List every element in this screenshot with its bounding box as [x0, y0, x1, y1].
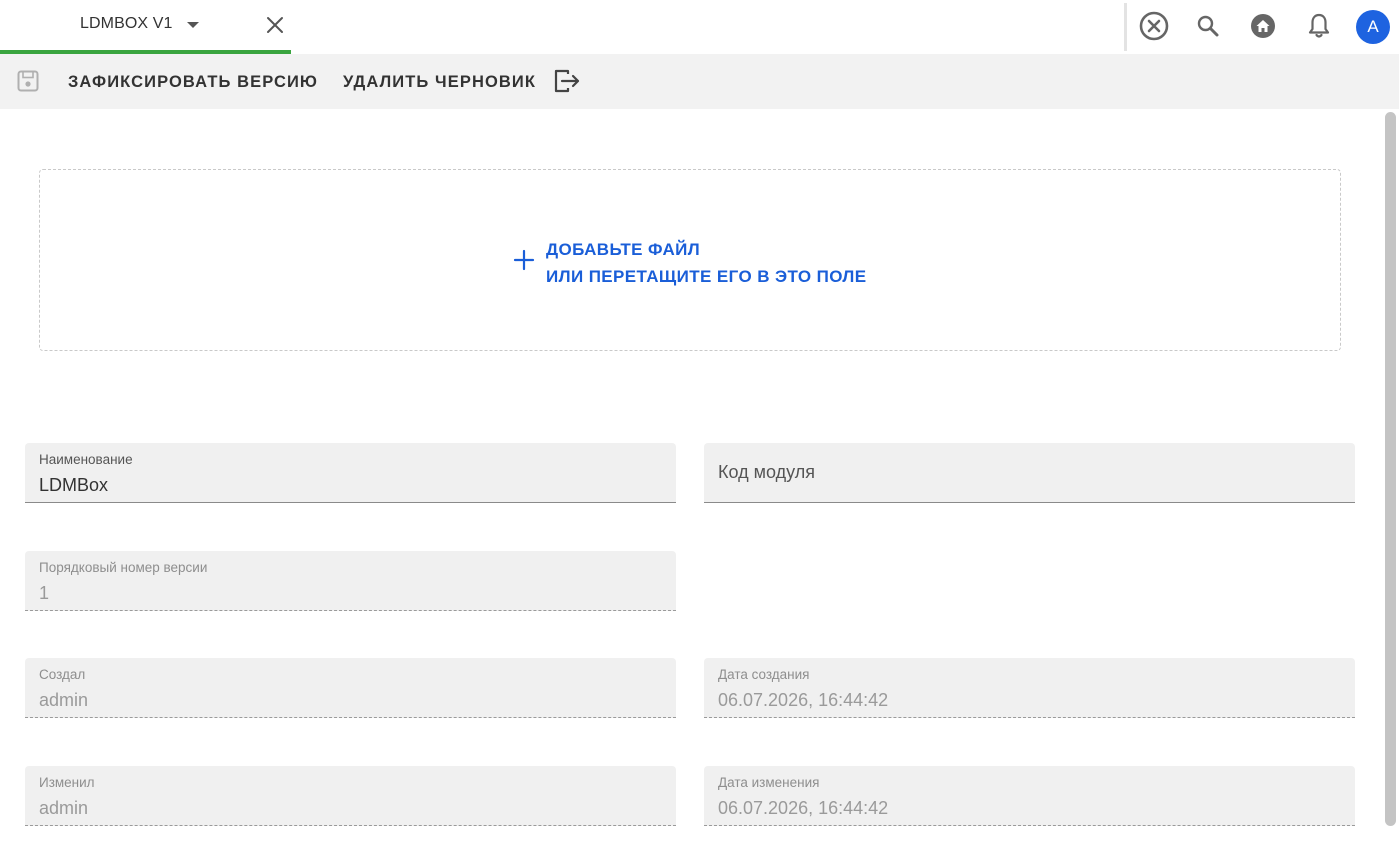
- dropzone-text[interactable]: Добавьте файл или перетащите его в это п…: [546, 236, 867, 290]
- divider: [1124, 3, 1127, 51]
- created-at-field: Дата создания 06.07.2026, 16:44:42: [704, 658, 1355, 718]
- dropzone-line-2: или перетащите его в это поле: [546, 267, 867, 286]
- save-icon[interactable]: [16, 69, 40, 93]
- bell-icon[interactable]: [1303, 10, 1335, 42]
- delete-draft-button[interactable]: Удалить черновик: [343, 73, 536, 92]
- home-icon[interactable]: [1247, 10, 1279, 42]
- name-field[interactable]: Наименование LDMBox: [25, 443, 676, 503]
- created-by-label: Создал: [39, 667, 86, 682]
- version-number-field: Порядковый номер версии 1: [25, 551, 676, 611]
- top-bar: LDMBOX V1 A: [0, 0, 1399, 54]
- created-by-field: Создал admin: [25, 658, 676, 718]
- caret-down-icon[interactable]: [187, 22, 199, 28]
- modified-at-label: Дата изменения: [718, 775, 820, 790]
- created-at-label: Дата создания: [718, 667, 810, 682]
- scrollbar-thumb[interactable]: [1385, 112, 1396, 826]
- module-code-field[interactable]: Код модуля: [704, 443, 1355, 503]
- name-field-label: Наименование: [39, 452, 133, 467]
- name-field-value[interactable]: LDMBox: [39, 475, 108, 496]
- file-dropzone[interactable]: Добавьте файл или перетащите его в это п…: [39, 169, 1341, 351]
- search-icon[interactable]: [1192, 10, 1224, 42]
- modified-at-field: Дата изменения 06.07.2026, 16:44:42: [704, 766, 1355, 826]
- toolbar: Зафиксировать версию Удалить черновик: [0, 54, 1399, 109]
- modified-by-value: admin: [39, 798, 89, 818]
- avatar[interactable]: A: [1356, 10, 1390, 44]
- modified-by-field: Изменил admin: [25, 766, 676, 826]
- close-icon[interactable]: [265, 15, 285, 35]
- created-at-value: 06.07.2026, 16:44:42: [718, 690, 889, 710]
- modified-at-value: 06.07.2026, 16:44:42: [718, 798, 889, 818]
- exit-icon[interactable]: [553, 68, 581, 94]
- dropzone-line-1: Добавьте файл: [546, 240, 701, 259]
- plus-icon: [513, 249, 535, 271]
- tab-ldmbox[interactable]: LDMBOX V1: [0, 0, 291, 54]
- modified-by-label: Изменил: [39, 775, 95, 790]
- version-number-label: Порядковый номер версии: [39, 560, 208, 575]
- created-by-value: admin: [39, 690, 89, 710]
- close-circle-icon[interactable]: [1138, 10, 1170, 42]
- commit-version-button[interactable]: Зафиксировать версию: [68, 73, 318, 92]
- module-code-placeholder: Код модуля: [718, 462, 815, 482]
- version-number-value: 1: [39, 583, 50, 603]
- tab-label: LDMBOX V1: [80, 15, 173, 32]
